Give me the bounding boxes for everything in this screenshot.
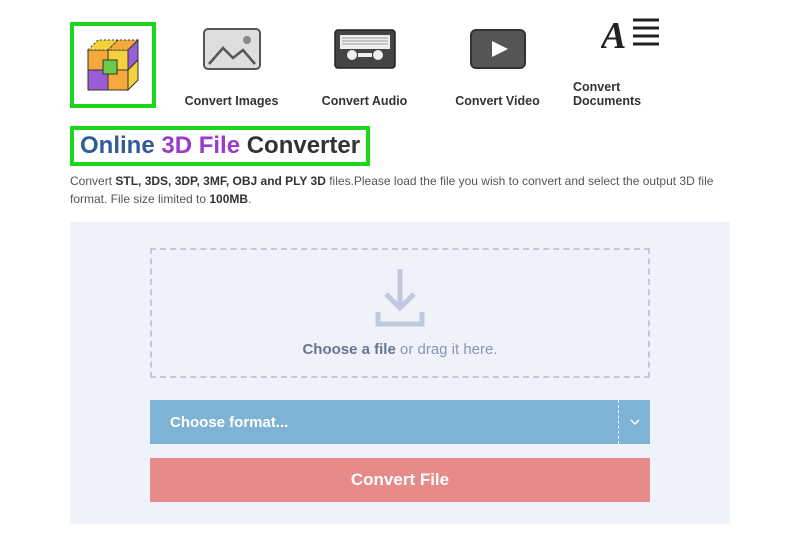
upload-panel: Choose a file or drag it here. Choose fo…: [70, 222, 730, 524]
play-icon: [470, 29, 526, 69]
chevron-down-icon: [618, 400, 650, 444]
nav-convert-documents[interactable]: A Convert Documents: [573, 10, 688, 108]
convert-button-label: Convert File: [351, 470, 449, 490]
top-nav: Convert Images Convert Audio: [70, 10, 730, 108]
dropzone-text: Choose a file or drag it here.: [152, 341, 648, 358]
document-icon: A: [601, 14, 661, 56]
format-select-label: Choose format...: [170, 414, 288, 431]
nav-convert-images[interactable]: Convert Images: [174, 24, 289, 108]
cube-3d-icon: [78, 30, 148, 100]
description-text: Convert STL, 3DS, 3DP, 3MF, OBJ and PLY …: [70, 172, 730, 208]
download-icon: [370, 264, 430, 330]
nav-label: Convert Images: [185, 94, 279, 108]
image-icon: [203, 28, 261, 70]
nav-convert-video[interactable]: Convert Video: [440, 24, 555, 108]
page-title: Online 3D File Converter: [70, 126, 370, 166]
nav-label: Convert Documents: [573, 80, 688, 108]
cassette-icon: [334, 29, 396, 69]
convert-button[interactable]: Convert File: [150, 458, 650, 502]
svg-text:A: A: [601, 15, 626, 56]
file-dropzone[interactable]: Choose a file or drag it here.: [150, 248, 650, 378]
format-select[interactable]: Choose format...: [150, 400, 650, 444]
nav-convert-audio[interactable]: Convert Audio: [307, 24, 422, 108]
nav-label: Convert Video: [455, 94, 540, 108]
nav-label: Convert Audio: [322, 94, 408, 108]
logo-3d[interactable]: [70, 22, 156, 108]
